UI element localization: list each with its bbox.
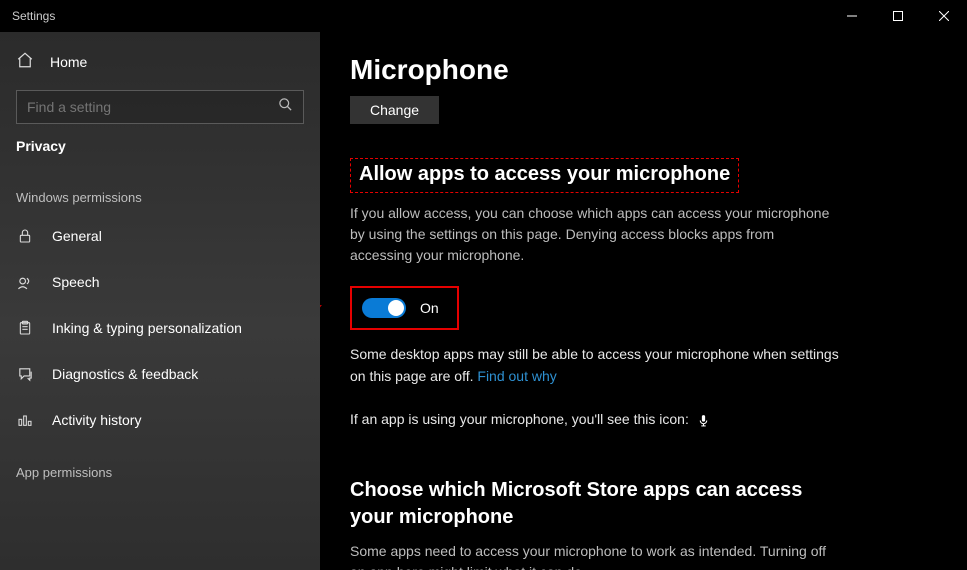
history-icon — [16, 412, 34, 428]
sidebar-item-inking[interactable]: Inking & typing personalization — [0, 305, 320, 351]
search-input[interactable] — [27, 99, 278, 115]
home-nav[interactable]: Home — [0, 40, 320, 84]
section-store-apps-body: Some apps need to access your microphone… — [350, 541, 830, 570]
lock-icon — [16, 228, 34, 244]
clipboard-icon — [16, 320, 34, 336]
sidebar-item-label: Speech — [52, 274, 99, 290]
window-title: Settings — [0, 9, 829, 23]
usage-icon-note: If an app is using your microphone, you'… — [350, 409, 850, 431]
group-windows-permissions: Windows permissions — [0, 190, 320, 205]
titlebar: Settings — [0, 0, 967, 32]
find-out-why-link[interactable]: Find out why — [477, 368, 556, 384]
sidebar-item-activity[interactable]: Activity history — [0, 397, 320, 443]
maximize-button[interactable] — [875, 0, 921, 32]
close-button[interactable] — [921, 0, 967, 32]
content-pane: Microphone Change Allow apps to access y… — [320, 32, 967, 570]
allow-access-toggle-highlight: On — [350, 286, 459, 330]
sidebar-item-general[interactable]: General — [0, 213, 320, 259]
category-title: Privacy — [0, 138, 320, 154]
toggle-state-label: On — [420, 300, 439, 316]
desktop-apps-note: Some desktop apps may still be able to a… — [350, 344, 850, 387]
feedback-icon — [16, 366, 34, 383]
page-title: Microphone — [350, 54, 967, 86]
group-app-permissions: App permissions — [0, 465, 320, 480]
search-box[interactable] — [16, 90, 304, 124]
sidebar-item-label: Diagnostics & feedback — [52, 366, 198, 382]
allow-access-toggle[interactable] — [362, 298, 406, 318]
sidebar-item-label: Activity history — [52, 412, 141, 428]
home-icon — [16, 51, 34, 74]
section-store-apps-title: Choose which Microsoft Store apps can ac… — [350, 477, 830, 531]
speech-icon — [16, 274, 34, 291]
microphone-icon — [697, 413, 710, 428]
sidebar: Home Privacy Windows permissions General… — [0, 32, 320, 570]
change-button[interactable]: Change — [350, 96, 439, 124]
home-label: Home — [50, 54, 87, 70]
sidebar-item-speech[interactable]: Speech — [0, 259, 320, 305]
section-allow-apps-body: If you allow access, you can choose whic… — [350, 203, 830, 266]
minimize-button[interactable] — [829, 0, 875, 32]
sidebar-item-diagnostics[interactable]: Diagnostics & feedback — [0, 351, 320, 397]
sidebar-item-label: Inking & typing personalization — [52, 320, 242, 336]
section-allow-apps-title: Allow apps to access your microphone — [350, 158, 739, 193]
sidebar-item-label: General — [52, 228, 102, 244]
annotation-arrow — [320, 276, 350, 391]
search-icon — [278, 97, 293, 117]
